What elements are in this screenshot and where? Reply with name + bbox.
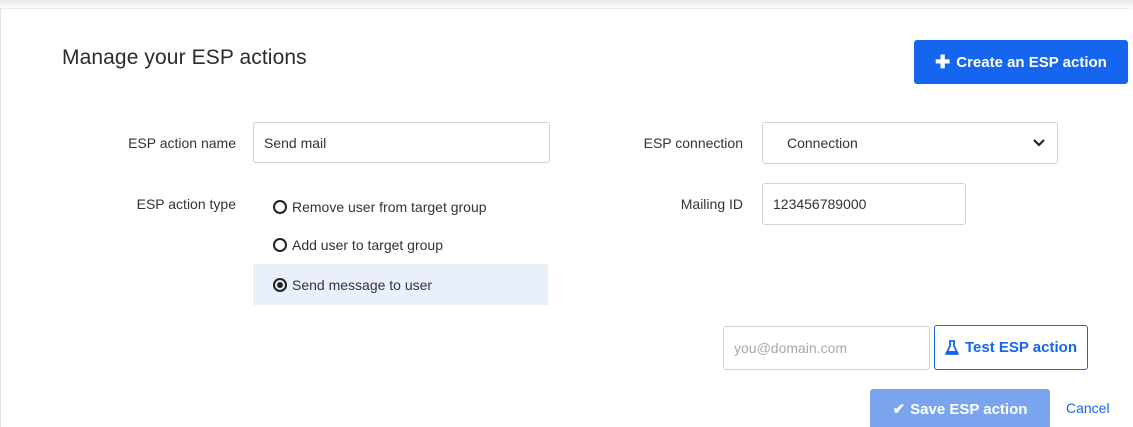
esp-connection-value: Connection: [787, 135, 858, 151]
mailing-id-input[interactable]: [762, 183, 966, 225]
check-icon: ✔: [892, 401, 906, 418]
create-esp-action-button[interactable]: ✚ Create an ESP action: [914, 40, 1128, 84]
esp-action-type-label: ESP action type: [136, 196, 236, 212]
test-email-input[interactable]: [723, 326, 930, 370]
radio-icon: [273, 237, 287, 252]
radio-send-message[interactable]: Send message to user: [253, 264, 548, 305]
radio-add-user[interactable]: Add user to target group: [253, 224, 548, 265]
radio-remove-user[interactable]: Remove user from target group: [253, 186, 548, 227]
radio-send-message-label: Send message to user: [292, 276, 433, 293]
esp-action-name-label: ESP action name: [128, 135, 236, 151]
page-title: Manage your ESP actions: [62, 46, 307, 69]
mailing-id-label: Mailing ID: [680, 196, 743, 212]
save-esp-action-label: Save ESP action: [910, 400, 1028, 418]
radio-remove-user-label: Remove user from target group: [292, 198, 487, 215]
radio-add-user-label: Add user to target group: [292, 236, 443, 253]
test-esp-action-button[interactable]: Test ESP action: [934, 325, 1088, 370]
radio-checked-icon: [273, 277, 287, 292]
plus-icon: ✚: [935, 52, 951, 72]
create-esp-action-label: Create an ESP action: [956, 53, 1107, 71]
esp-action-name-input[interactable]: [253, 122, 550, 163]
chevron-down-icon: [1033, 136, 1045, 150]
esp-connection-select[interactable]: Connection: [762, 122, 1058, 164]
test-esp-action-label: Test ESP action: [965, 339, 1077, 356]
save-esp-action-button[interactable]: ✔ Save ESP action: [870, 389, 1050, 427]
flask-icon: [945, 339, 959, 356]
cancel-link[interactable]: Cancel: [1066, 400, 1110, 416]
radio-icon: [273, 199, 287, 214]
esp-connection-label: ESP connection: [643, 135, 743, 151]
